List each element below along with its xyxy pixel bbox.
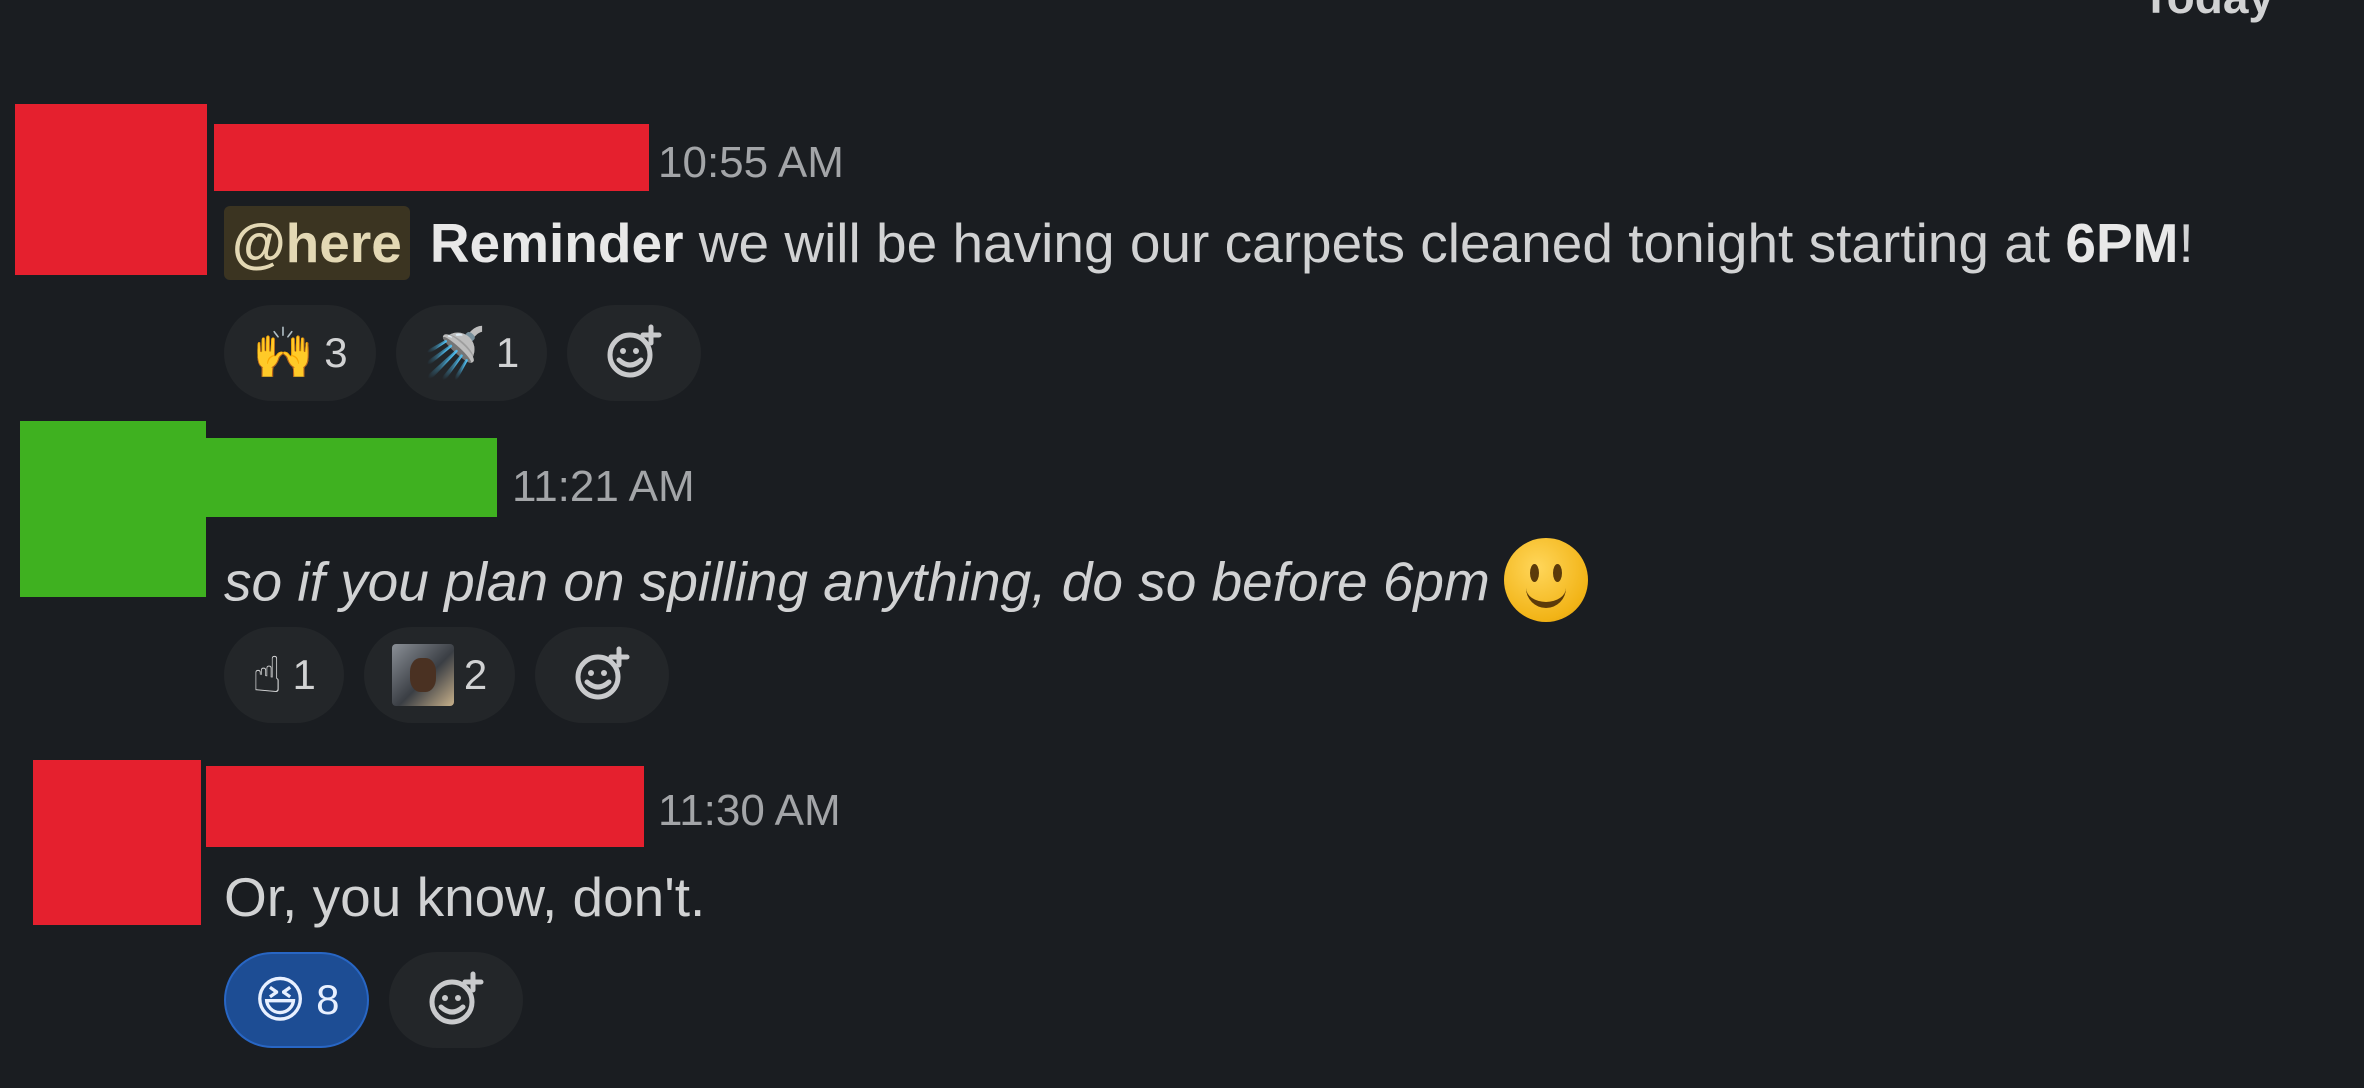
- here-mention[interactable]: @here: [224, 206, 410, 280]
- message-text: @here Reminder we will be having our carp…: [224, 206, 2194, 280]
- custom-photo-emoji-icon: [391, 644, 454, 706]
- shower-icon: 🚿: [423, 324, 486, 382]
- reaction-count: 1: [292, 651, 316, 698]
- reaction-count: 3: [324, 329, 348, 376]
- message-text: Or, you know, don't.: [224, 870, 705, 925]
- reaction-laughing[interactable]: 😆 8: [224, 952, 370, 1048]
- message-timestamp[interactable]: 10:55 AM: [658, 138, 844, 188]
- laughing-icon: 😆: [254, 971, 307, 1029]
- add-reaction-button[interactable]: [567, 305, 702, 401]
- avatar-redacted[interactable]: [15, 104, 207, 275]
- slightly-smiling-face-icon: [1503, 538, 1588, 622]
- reaction-raised-hands[interactable]: 🙌 3: [224, 305, 376, 401]
- message-body: Or, you know, don't.: [224, 866, 706, 928]
- reaction-bar: ☝ 1 2: [224, 627, 670, 723]
- sender-name-redacted[interactable]: [206, 766, 644, 847]
- reaction-custom-photo[interactable]: 2: [363, 627, 516, 723]
- bold-reminder: Reminder: [429, 212, 684, 274]
- sender-name-redacted[interactable]: [204, 438, 497, 517]
- reaction-count: 2: [463, 651, 488, 698]
- message-timestamp[interactable]: 11:30 AM: [658, 786, 841, 836]
- reaction-shower[interactable]: 🚿 1: [395, 305, 548, 401]
- message-tail: !: [2178, 212, 2194, 274]
- message-text: so if you plan on spilling anything, do …: [224, 538, 1588, 628]
- sender-name-redacted[interactable]: [214, 124, 649, 191]
- avatar-redacted[interactable]: [33, 760, 201, 925]
- add-reaction-icon: [607, 324, 662, 378]
- reaction-count: 8: [316, 976, 340, 1023]
- add-reaction-button[interactable]: [389, 952, 524, 1048]
- add-reaction-button[interactable]: [535, 627, 670, 723]
- reaction-point-up[interactable]: ☝ 1: [224, 627, 344, 723]
- raised-hands-icon: 🙌: [252, 324, 315, 382]
- message-body: so if you plan on spilling anything, do …: [224, 550, 1490, 613]
- avatar-redacted[interactable]: [20, 421, 206, 597]
- reaction-bar: 🙌 3 🚿 1: [224, 305, 702, 401]
- reaction-bar: 😆 8: [224, 952, 524, 1048]
- reaction-count: 1: [495, 329, 520, 376]
- day-divider-label[interactable]: Today: [2142, 0, 2274, 24]
- add-reaction-icon: [575, 646, 630, 700]
- add-reaction-icon: [429, 971, 484, 1025]
- message-body: we will be having our carpets cleaned to…: [683, 212, 2066, 274]
- bold-time: 6PM: [2065, 212, 2179, 274]
- point-up-icon: ☝: [252, 646, 283, 704]
- message-timestamp[interactable]: 11:21 AM: [512, 462, 695, 512]
